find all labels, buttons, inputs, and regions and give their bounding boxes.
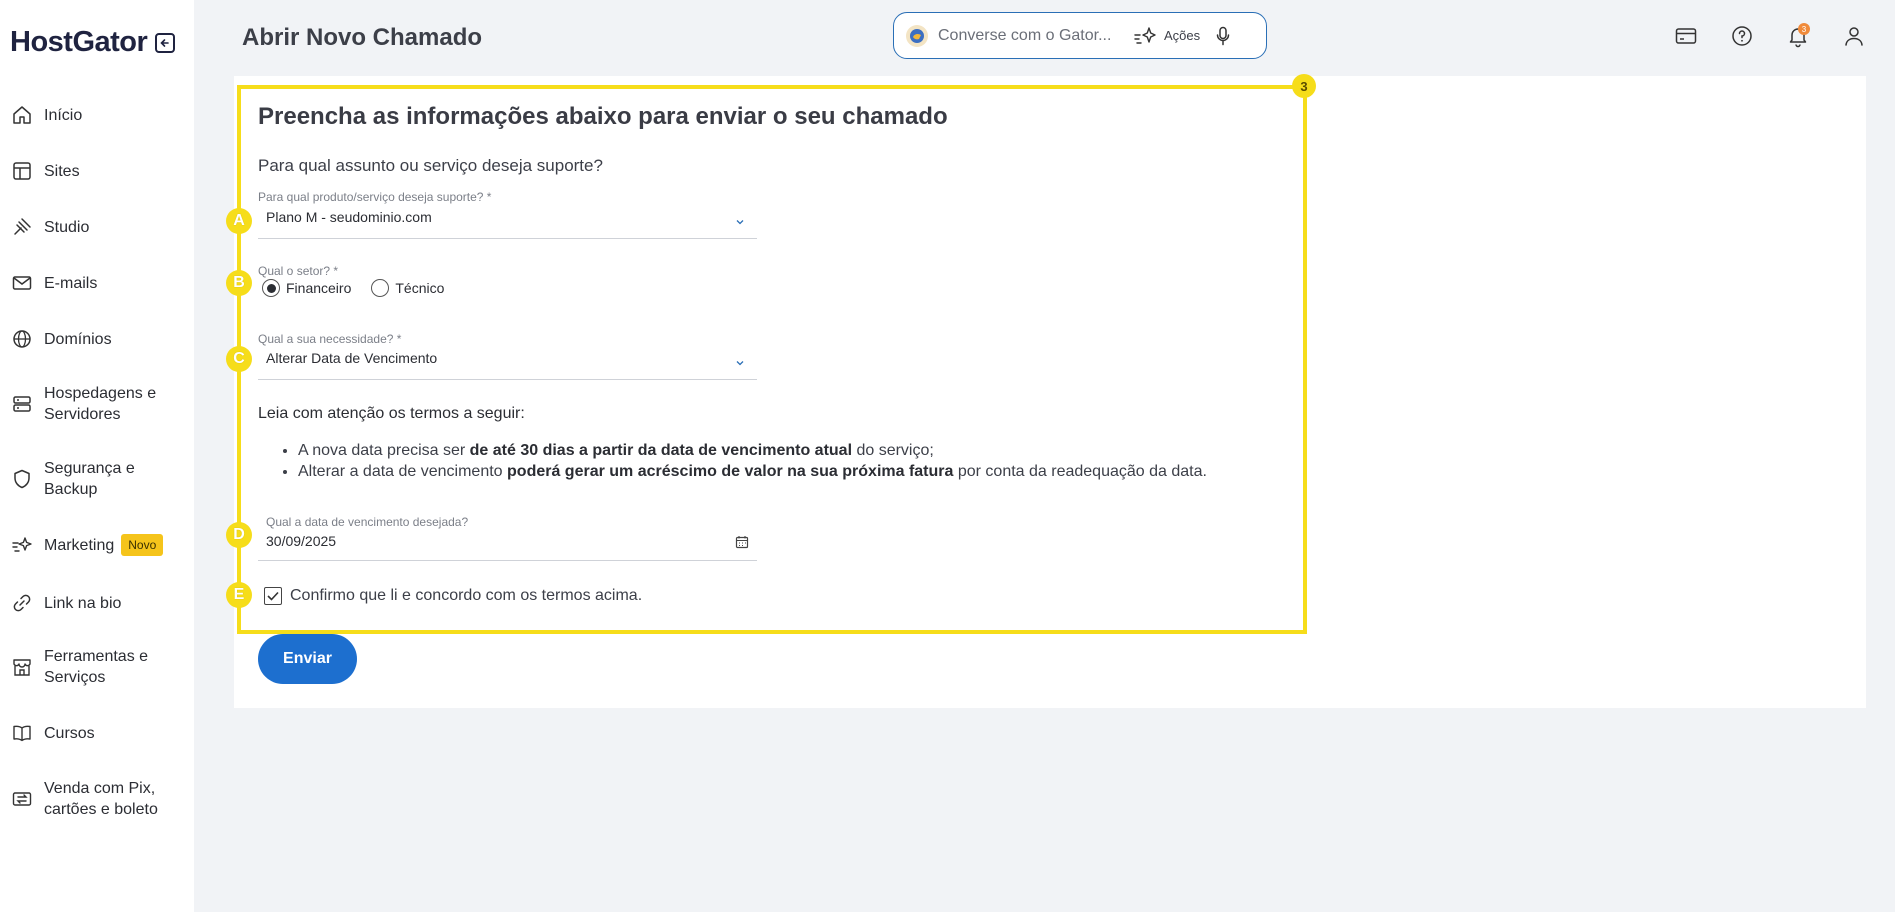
actions-button[interactable]: Ações [1134,26,1200,46]
layout-icon [10,159,34,183]
submit-button[interactable]: Enviar [258,634,357,684]
sector-radio-group: Financeiro Técnico [262,279,464,297]
shield-icon [10,467,34,491]
sidebar-item-hospedagens[interactable]: Hospedagens e Servidores [10,383,190,425]
sidebar-item-label: Segurança e Backup [44,460,135,498]
collapse-sidebar-icon[interactable] [155,32,176,53]
sidebar-item-marketing[interactable]: Marketing Novo [10,533,190,557]
hostgator-logo[interactable]: HostGator [10,26,148,59]
actions-label: Ações [1164,28,1201,43]
sidebar-item-label: Studio [44,218,90,236]
payment-icon [10,787,34,811]
need-select[interactable]: Alterar Data de Vencimento [258,340,757,380]
terms-list: A nova data precisa ser de até 30 dias a… [280,440,1280,482]
sidebar-item-label: Hospedagens e Servidores [44,385,157,423]
support-question: Para qual assunto ou serviço deseja supo… [258,156,603,175]
radio-tecnico[interactable]: Técnico [371,279,444,297]
billing-card-icon[interactable] [1672,22,1700,50]
radio-circle-selected [262,279,280,297]
sidebar-item-studio[interactable]: Studio [10,215,190,239]
sidebar-item-label: Link na bio [44,594,122,612]
home-icon [10,103,34,127]
marker-a: A [226,208,252,234]
sidebar-item-label: E-mails [44,274,98,292]
term-text: por conta da readequação da data. [953,463,1207,480]
due-date-input[interactable] [266,533,706,549]
product-select[interactable]: Plano M - seudominio.com [258,199,757,239]
logo-row: HostGator [10,26,176,59]
term-item: Alterar a data de vencimento poderá gera… [298,461,1280,482]
sidebar-item-label: Cursos [44,724,95,742]
confirm-terms-label: Confirmo que li e concordo com os termos… [290,587,643,604]
form-title: Preencha as informações abaixo para envi… [258,103,948,130]
store-icon [10,655,34,679]
chevron-down-icon [735,352,745,371]
sidebar-item-venda-pix[interactable]: Venda com Pix, cartões e boleto [10,778,190,820]
term-text: A nova data precisa ser [298,442,470,459]
radio-dot [266,283,276,293]
sidebar-item-ferramentas[interactable]: Ferramentas e Serviços [10,646,190,688]
sidebar-item-label: Marketing [44,536,115,554]
help-icon[interactable] [1728,22,1756,50]
sidebar-item-seguranca[interactable]: Segurança e Backup [10,458,190,500]
marker-b: B [226,270,252,296]
product-select-value: Plano M - seudominio.com [266,209,432,225]
need-select-value: Alterar Data de Vencimento [266,350,438,366]
sidebar-item-link-na-bio[interactable]: Link na bio [10,591,190,615]
radio-label: Técnico [395,280,445,296]
sector-label: Qual o setor? * [258,264,339,278]
notifications-bell-icon[interactable]: 3 [1784,22,1812,50]
confirm-terms-checkbox[interactable]: Confirmo que li e concordo com os termos… [264,587,642,605]
notifications-count-badge: 3 [1798,23,1810,35]
sidebar-item-label: Ferramentas e Serviços [44,648,149,686]
marker-c: C [226,346,252,372]
sidebar-item-label: Domínios [44,330,112,348]
page-title: Abrir Novo Chamado [242,24,483,51]
sparkle-icon [1134,26,1156,44]
due-date-field: Qual a data de vencimento desejada? [258,515,757,561]
user-account-icon[interactable] [1840,22,1868,50]
check-icon [267,591,279,601]
radio-financeiro[interactable]: Financeiro [262,279,351,297]
terms-title: Leia com atenção os termos a seguir: [258,405,525,422]
term-text: Alterar a data de vencimento [298,463,508,480]
term-item: A nova data precisa ser de até 30 dias a… [298,440,1280,461]
sidebar-item-emails[interactable]: E-mails [10,271,190,295]
gator-chat-input[interactable] [938,26,1128,45]
radio-circle [371,279,390,297]
marker-d: D [226,522,252,548]
sidebar-item-label: Início [44,106,83,124]
marker-e: E [226,582,252,608]
gator-avatar-icon[interactable] [906,24,928,47]
mail-icon [10,271,34,295]
gator-chat-bar: Ações [893,12,1267,59]
book-icon [10,721,34,745]
term-bold-text: poderá gerar um acréscimo de valor na su… [507,463,954,480]
due-date-label: Qual a data de vencimento desejada? [266,515,469,529]
link-icon [10,591,34,615]
radio-label: Financeiro [286,280,352,296]
microphone-icon[interactable] [1216,26,1230,46]
calendar-icon[interactable] [735,534,749,553]
term-bold-text: de até 30 dias a partir da data de venci… [469,442,853,459]
term-text: do serviço; [852,442,934,459]
chevron-down-icon [735,211,745,230]
sidebar: HostGator Início Sites Studio E-mails Do… [0,0,194,912]
new-badge: Novo [121,534,164,556]
studio-icon [10,215,34,239]
globe-icon [10,327,34,351]
sidebar-item-label: Sites [44,162,80,180]
sidebar-item-inicio[interactable]: Início [10,103,190,127]
sidebar-item-dominios[interactable]: Domínios [10,327,190,351]
sidebar-item-cursos[interactable]: Cursos [10,721,190,745]
checkbox-checked [264,587,282,605]
server-icon [10,392,34,416]
sparkle-icon [10,533,34,557]
sidebar-item-label: Venda com Pix, cartões e boleto [44,780,158,818]
step-marker-3: 3 [1292,74,1316,98]
sidebar-item-sites[interactable]: Sites [10,159,190,183]
